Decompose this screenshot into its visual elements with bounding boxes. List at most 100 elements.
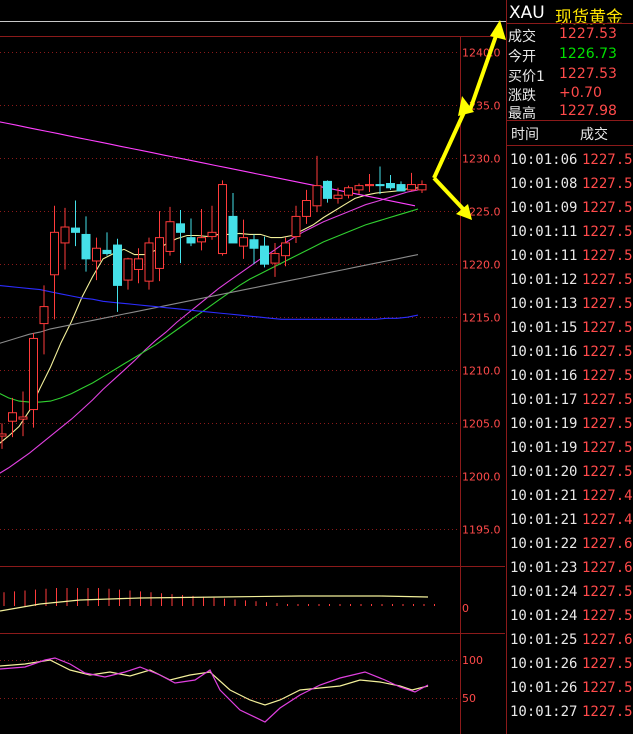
- tick-time: 10:01:13: [510, 296, 578, 312]
- candle: [50, 205, 59, 320]
- tick-row: 10:01:161227.55: [507, 364, 633, 388]
- tick-price: 1227.60: [582, 560, 633, 576]
- candle-body: [60, 226, 70, 244]
- tick-row: 10:01:231227.60: [507, 556, 633, 580]
- tick-time: 10:01:21: [510, 512, 578, 528]
- tick-time: 10:01:20: [510, 464, 578, 480]
- candle-body: [417, 184, 427, 191]
- candle-body: [197, 237, 206, 243]
- candle-body: [365, 184, 374, 187]
- tick-time: 10:01:24: [510, 584, 578, 600]
- price-axis-label: 1215.0: [462, 312, 501, 325]
- tick-price: 1227.56: [582, 176, 633, 192]
- tick-time: 10:01:12: [510, 272, 578, 288]
- tick-price: 1227.55: [582, 368, 633, 384]
- candle-body: [228, 215, 238, 244]
- candle-body: [281, 242, 290, 257]
- candle-body: [134, 258, 143, 270]
- tick-price: 1227.55: [582, 656, 633, 672]
- candle: [165, 206, 175, 256]
- tick-price: 1227.56: [582, 680, 633, 696]
- price-axis-label: 1230.0: [462, 153, 501, 166]
- tick-price: 1227.57: [582, 392, 633, 408]
- tick-row: 10:01:151227.54: [507, 316, 633, 340]
- candle-body: [270, 253, 280, 264]
- candle-body: [186, 237, 196, 244]
- moving-average-line: [0, 254, 419, 344]
- quote-value: 1226.73: [559, 46, 617, 62]
- candle: [312, 155, 322, 213]
- tick-time: 10:01:22: [510, 536, 578, 552]
- quote-value: 1227.98: [559, 103, 617, 119]
- candle-body: [8, 412, 17, 422]
- candle: [417, 180, 427, 194]
- candle-body: [29, 337, 38, 411]
- candle: [113, 238, 122, 312]
- tick-price: 1227.45: [582, 488, 633, 504]
- tick-price: 1227.56: [582, 344, 633, 360]
- candle: [407, 172, 416, 191]
- candle-body: [113, 244, 122, 286]
- symbol-code: XAU: [509, 3, 545, 23]
- ticks-header: 时间 成交: [507, 121, 633, 145]
- candle-body: [18, 416, 28, 420]
- arrow-down-to-chart: [432, 176, 468, 214]
- tick-time: 10:01:19: [510, 416, 578, 432]
- tick-time: 10:01:21: [510, 488, 578, 504]
- candle-body: [239, 237, 248, 247]
- moving-average-line: [0, 187, 419, 444]
- tick-row: 10:01:241227.58: [507, 580, 633, 604]
- candle-body: [291, 215, 301, 238]
- candle: [92, 237, 101, 281]
- kdj-panel: [0, 657, 460, 723]
- candle: [71, 200, 80, 247]
- candle-body: [207, 231, 217, 238]
- tick-time: 10:01:25: [510, 632, 578, 648]
- candle: [323, 180, 332, 203]
- tick-price: 1227.52: [582, 296, 633, 312]
- kdj-axis-label-50: 50: [462, 692, 476, 705]
- candle: [260, 236, 269, 268]
- candle: [249, 234, 259, 265]
- price-axis-label: 1240.0: [462, 47, 501, 60]
- tick-time: 10:01:16: [510, 368, 578, 384]
- quote-label: 成交: [508, 29, 536, 45]
- candle: [155, 211, 164, 282]
- candle-body: [165, 221, 175, 252]
- tick-row: 10:01:191227.51: [507, 436, 633, 460]
- tick-price: 1227.63: [582, 536, 633, 552]
- ticks-col-price: 成交: [580, 127, 608, 143]
- tick-row: 10:01:171227.57: [507, 388, 633, 412]
- tick-price: 1227.50: [582, 224, 633, 240]
- quote-row-open: 今开 1226.73: [507, 44, 633, 65]
- tick-time: 10:01:09: [510, 200, 578, 216]
- macd-panel: [0, 588, 435, 612]
- tick-price: 1227.55: [582, 464, 633, 480]
- price-axis-label: 1220.0: [462, 259, 501, 272]
- tick-price: 1227.51: [582, 440, 633, 456]
- candle: [81, 216, 91, 272]
- candle: [60, 207, 70, 270]
- tick-row: 10:01:271227.53: [507, 700, 633, 724]
- candle-body: [260, 245, 269, 265]
- candle: [186, 218, 196, 247]
- price-axis-labels: 1240.01235.01230.01225.01220.01215.01210…: [462, 47, 501, 537]
- tick-row: 10:01:261227.56: [507, 676, 633, 700]
- tick-price: 1227.50: [582, 152, 633, 168]
- tick-row: 10:01:091227.58: [507, 196, 633, 220]
- candle-body: [249, 239, 259, 249]
- candle: [0, 423, 7, 449]
- macd-axis-label-0: 0: [462, 602, 469, 615]
- candle-body: [396, 184, 406, 192]
- candle: [302, 189, 311, 224]
- candle-body: [39, 306, 49, 325]
- tick-time: 10:01:11: [510, 224, 578, 240]
- tick-time: 10:01:06: [510, 152, 578, 168]
- candle-body: [123, 258, 133, 281]
- candle-body: [50, 231, 59, 276]
- candle: [18, 391, 28, 437]
- ticks-col-time: 时间: [511, 127, 539, 143]
- tick-row: 10:01:111227.50: [507, 220, 633, 244]
- divider: [507, 145, 633, 146]
- gold-price-chart: 1240.01235.01230.01225.01220.01215.01210…: [0, 20, 506, 734]
